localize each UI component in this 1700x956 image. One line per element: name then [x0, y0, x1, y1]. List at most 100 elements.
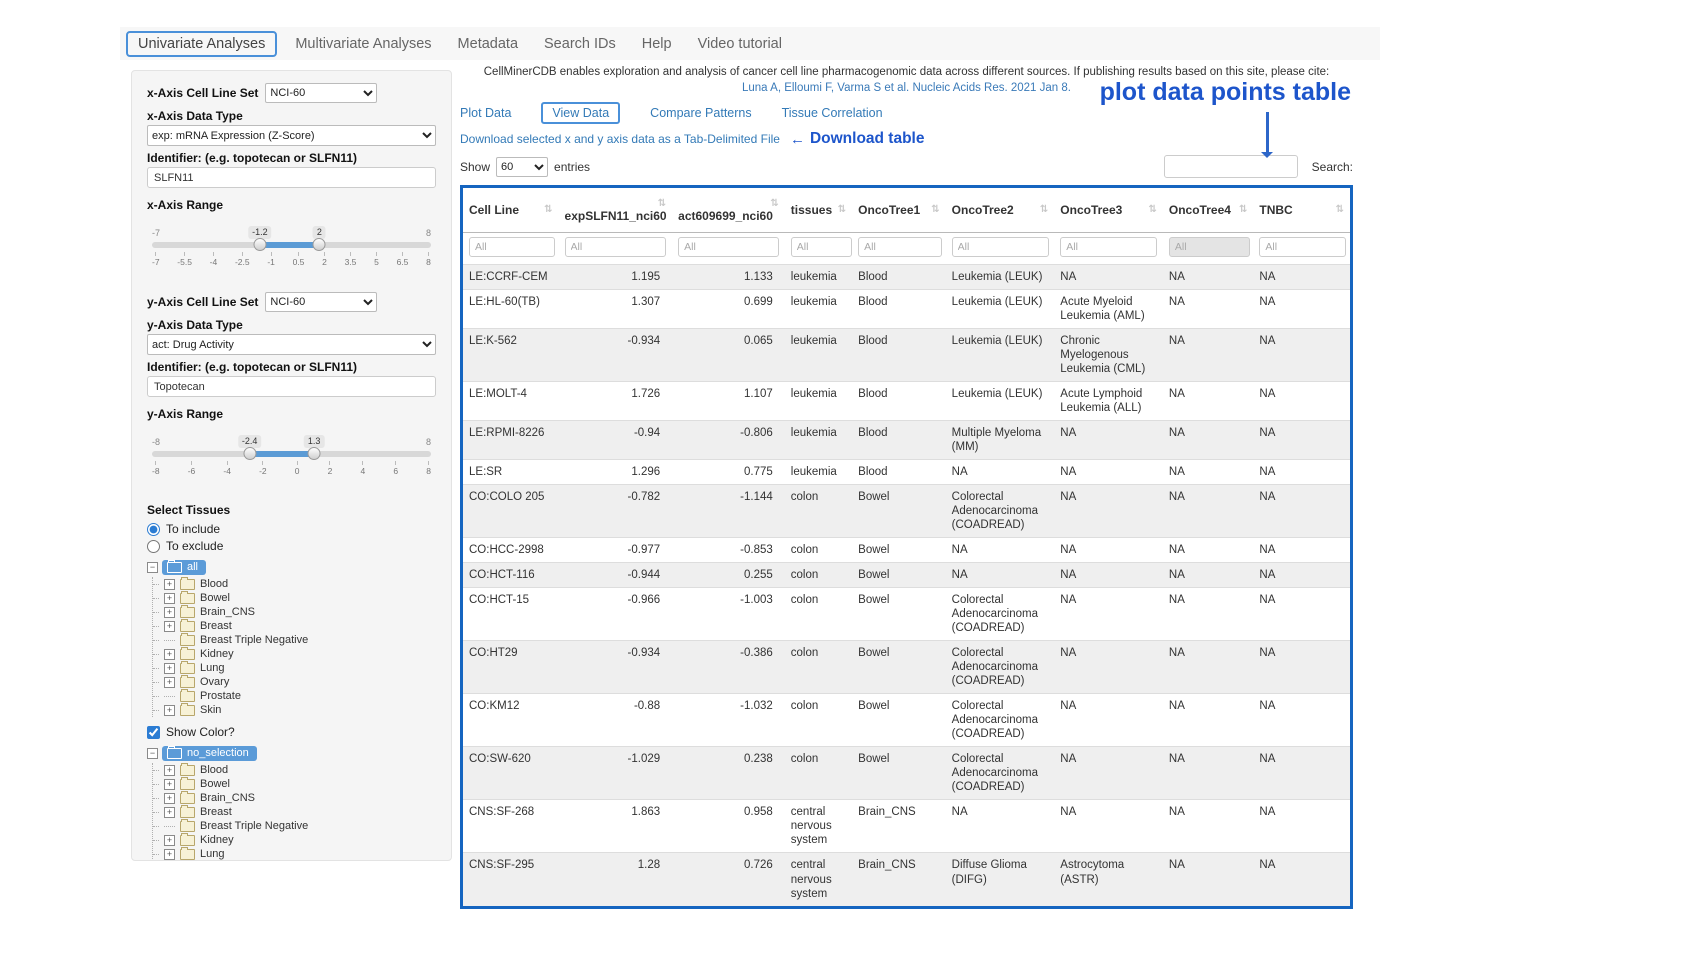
nav-item-multivariate-analyses[interactable]: Multivariate Analyses [282, 32, 444, 56]
entries-select[interactable]: 60 [496, 157, 548, 177]
col-header-oncotree3[interactable]: ⇅OncoTree3 [1054, 188, 1163, 233]
download-link[interactable]: Download selected x and y axis data as a… [460, 132, 780, 146]
collapse-icon[interactable]: − [147, 562, 158, 573]
expand-icon[interactable]: + [164, 835, 175, 846]
y-cell-line-set-select[interactable]: NCI-60 [265, 292, 377, 312]
table-row[interactable]: LE:K-562-0.9340.065leukemiaBloodLeukemia… [463, 329, 1350, 382]
col-header-tnbc[interactable]: ⇅TNBC [1253, 188, 1350, 233]
nav-item-metadata[interactable]: Metadata [445, 32, 531, 56]
x-identifier-input[interactable] [147, 167, 436, 188]
x-cell-line-set-select[interactable]: NCI-60 [265, 83, 377, 103]
filter-input-oncotree4[interactable] [1169, 237, 1250, 257]
y-data-type-select[interactable]: act: Drug Activity [147, 334, 436, 355]
table-row[interactable]: CO:KM12-0.88-1.032colonBowelColorectal A… [463, 694, 1350, 747]
expand-icon[interactable]: + [164, 765, 175, 776]
expand-icon[interactable]: + [164, 593, 175, 604]
expand-icon[interactable]: + [164, 807, 175, 818]
slider-handle-to[interactable] [313, 238, 326, 251]
expand-icon[interactable]: + [164, 677, 175, 688]
y-range-slider[interactable]: -8 8 -2.4 1.3 -8-6-4-202468 [152, 451, 431, 489]
tree-item-blood[interactable]: +Blood [160, 577, 436, 591]
tab-tissue-correlation[interactable]: Tissue Correlation [782, 106, 883, 120]
sort-icon[interactable]: ⇅ [1239, 204, 1247, 215]
y-identifier-input[interactable] [147, 376, 436, 397]
table-row[interactable]: LE:RPMI-8226-0.94-0.806leukemiaBloodMult… [463, 421, 1350, 460]
table-row[interactable]: LE:HL-60(TB)1.3070.699leukemiaBloodLeuke… [463, 290, 1350, 329]
slider-track[interactable] [152, 451, 431, 457]
expand-icon[interactable]: + [164, 793, 175, 804]
sort-icon[interactable]: ⇅ [544, 204, 552, 215]
expand-icon[interactable]: + [164, 705, 175, 716]
nav-item-search-ids[interactable]: Search IDs [531, 32, 629, 56]
tree-item-ovary[interactable]: +Ovary [160, 675, 436, 689]
nav-item-help[interactable]: Help [629, 32, 685, 56]
filter-input-oncotree1[interactable] [858, 237, 942, 257]
slider-handle-from[interactable] [243, 447, 256, 460]
tab-compare-patterns[interactable]: Compare Patterns [650, 106, 751, 120]
col-header-oncotree2[interactable]: ⇅OncoTree2 [946, 188, 1055, 233]
table-row[interactable]: CO:HCT-15-0.966-1.003colonBowelColorecta… [463, 588, 1350, 641]
tree-item-lung[interactable]: +Lung [160, 847, 436, 861]
filter-input-expslfn11-nci60[interactable] [565, 237, 666, 257]
x-range-slider[interactable]: -7 8 -1.2 2 -7-5.5-4-2.5-10.523.556.58 [152, 242, 431, 280]
tree-item-kidney[interactable]: +Kidney [160, 647, 436, 661]
col-header-oncotree1[interactable]: ⇅OncoTree1 [852, 188, 946, 233]
filter-input-tissues[interactable] [791, 237, 852, 257]
tree-item-kidney[interactable]: +Kidney [160, 833, 436, 847]
tree-item-lung[interactable]: +Lung [160, 661, 436, 675]
table-row[interactable]: CNS:SF-2681.8630.958central nervous syst… [463, 800, 1350, 853]
sort-icon[interactable]: ⇅ [770, 198, 778, 209]
tree-item-breast[interactable]: +Breast [160, 619, 436, 633]
radio-input[interactable] [147, 540, 160, 553]
expand-icon[interactable]: + [164, 649, 175, 660]
tree-root-no-selection[interactable]: −no_selection [147, 745, 436, 762]
slider-handle-from[interactable] [253, 238, 266, 251]
table-row[interactable]: CNS:SF-2951.280.726central nervous syste… [463, 853, 1350, 906]
radio-input[interactable] [147, 523, 160, 536]
tissues-exclude-radio[interactable]: To exclude [147, 539, 436, 553]
sort-icon[interactable]: ⇅ [931, 204, 939, 215]
expand-icon[interactable]: + [164, 663, 175, 674]
nav-item-univariate-analyses[interactable]: Univariate Analyses [126, 31, 277, 57]
tree-item-breast[interactable]: +Breast [160, 805, 436, 819]
table-row[interactable]: CO:HCT-116-0.9440.255colonBowelNANANANA [463, 563, 1350, 588]
col-header-oncotree4[interactable]: ⇅OncoTree4 [1163, 188, 1254, 233]
x-data-type-select[interactable]: exp: mRNA Expression (Z-Score) [147, 125, 436, 146]
filter-input-cell-line[interactable] [469, 237, 555, 257]
table-row[interactable]: LE:SR1.2960.775leukemiaBloodNANANANA [463, 460, 1350, 485]
table-row[interactable]: LE:CCRF-CEM1.1951.133leukemiaBloodLeukem… [463, 265, 1350, 290]
sort-icon[interactable]: ⇅ [1149, 204, 1157, 215]
expand-icon[interactable]: + [164, 607, 175, 618]
filter-input-tnbc[interactable] [1259, 237, 1345, 257]
sort-icon[interactable]: ⇅ [1336, 204, 1344, 215]
table-row[interactable]: LE:MOLT-41.7261.107leukemiaBloodLeukemia… [463, 382, 1350, 421]
tab-view-data[interactable]: View Data [541, 102, 620, 124]
search-input[interactable] [1164, 155, 1298, 178]
sort-icon[interactable]: ⇅ [658, 198, 666, 209]
tree-item-bowel[interactable]: +Bowel [160, 777, 436, 791]
slider-track[interactable] [152, 242, 431, 248]
nav-item-video-tutorial[interactable]: Video tutorial [685, 32, 795, 56]
expand-icon[interactable]: + [164, 779, 175, 790]
expand-icon[interactable]: + [164, 579, 175, 590]
col-header-expslfn11-nci60[interactable]: ⇅expSLFN11_nci60 [559, 188, 673, 233]
filter-input-oncotree3[interactable] [1060, 237, 1157, 257]
filter-input-act609699-nci60[interactable] [678, 237, 779, 257]
col-header-cell-line[interactable]: ⇅Cell Line [463, 188, 559, 233]
tree-item-brain-cns[interactable]: +Brain_CNS [160, 791, 436, 805]
table-row[interactable]: CO:COLO 205-0.782-1.144colonBowelColorec… [463, 485, 1350, 538]
tree-item-breast-triple-negative[interactable]: Breast Triple Negative [160, 819, 436, 833]
expand-icon[interactable]: + [164, 621, 175, 632]
tree-item-brain-cns[interactable]: +Brain_CNS [160, 605, 436, 619]
expand-icon[interactable]: + [164, 849, 175, 860]
sort-icon[interactable]: ⇅ [1040, 204, 1048, 215]
tree-item-blood[interactable]: +Blood [160, 763, 436, 777]
table-row[interactable]: CO:SW-620-1.0290.238colonBowelColorectal… [463, 747, 1350, 800]
filter-input-oncotree2[interactable] [952, 237, 1049, 257]
tree-item-skin[interactable]: +Skin [160, 703, 436, 717]
slider-handle-to[interactable] [308, 447, 321, 460]
tissues-include-radio[interactable]: To include [147, 522, 436, 536]
tree-item-breast-triple-negative[interactable]: Breast Triple Negative [160, 633, 436, 647]
tree-item-prostate[interactable]: Prostate [160, 689, 436, 703]
checkbox-input[interactable] [147, 726, 160, 739]
